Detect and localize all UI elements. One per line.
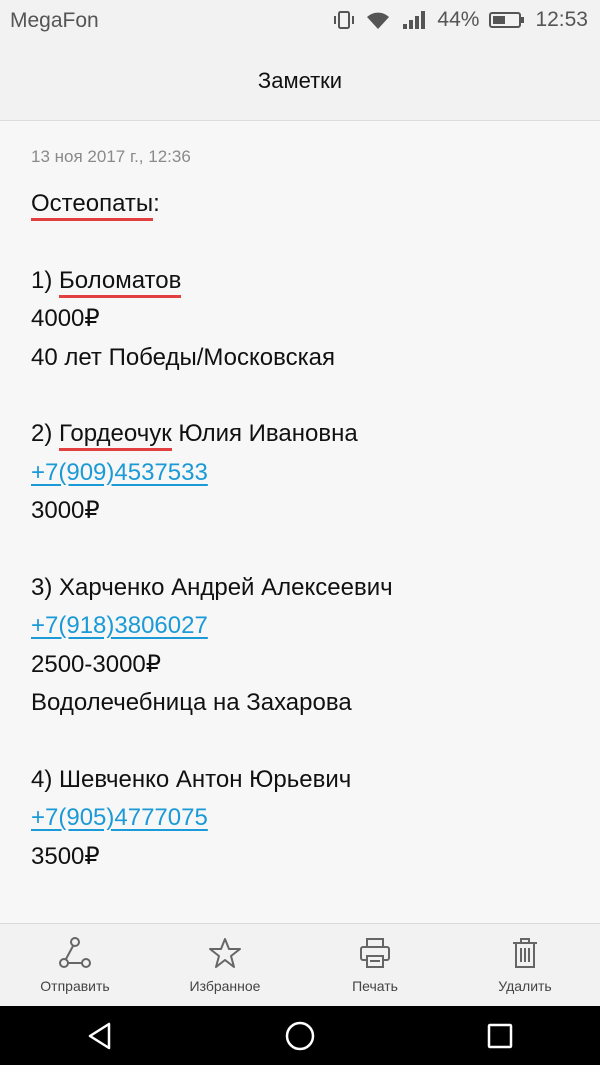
printer-icon — [360, 938, 390, 968]
entry-phone: +7(918)3806027 — [31, 607, 581, 645]
back-button[interactable] — [40, 1006, 160, 1065]
recents-button[interactable] — [440, 1006, 560, 1065]
share-icon — [59, 937, 91, 968]
page-title: Заметки — [257, 68, 343, 93]
status-icons: 44% 12:53 — [333, 8, 588, 32]
home-button[interactable] — [240, 1006, 360, 1065]
delete-button[interactable]: Удалить — [450, 924, 600, 1007]
entry-name: 3) Харченко Андрей Алексеевич — [31, 573, 393, 601]
entry-address: Водолечебница на Захарова — [31, 689, 352, 717]
entry-price: 2500-3000₽ — [31, 650, 162, 678]
clock: 12:53 — [535, 8, 588, 31]
battery-icon — [489, 10, 525, 30]
delete-label: Удалить — [498, 978, 552, 994]
entry-name: 1) Боломатов — [31, 262, 581, 300]
phone-link[interactable]: +7(909)4537533 — [31, 459, 208, 486]
favorite-button[interactable]: Избранное — [150, 924, 300, 1007]
carrier-name: MegaFon — [10, 9, 99, 32]
title-bar: Заметки — [0, 42, 600, 121]
print-label: Печать — [352, 978, 398, 994]
entry-price: 3500₽ — [31, 842, 100, 870]
entry-price: 3000₽ — [31, 497, 100, 525]
vibrate-icon — [333, 9, 355, 31]
entry-phone: +7(905)4777075 — [31, 799, 581, 837]
bottom-toolbar: Отправить Избранное Печать Удалить — [0, 923, 600, 1007]
entry-address: 40 лет Победы/Московская — [31, 343, 335, 371]
status-bar: MegaFon 44% 12:53 — [0, 0, 600, 42]
trash-icon — [513, 938, 537, 968]
home-icon — [285, 1021, 315, 1050]
misspelled-word[interactable]: Боломатов — [59, 266, 182, 298]
print-button[interactable]: Печать — [300, 924, 450, 1007]
note-heading: Остеопаты: — [31, 185, 581, 223]
back-icon — [88, 1022, 111, 1049]
entry-price: 4000₽ — [31, 305, 100, 333]
recents-icon — [487, 1023, 513, 1048]
phone-link[interactable]: +7(905)4777075 — [31, 804, 208, 831]
send-label: Отправить — [40, 978, 110, 994]
entry-phone: +7(909)4537533 — [31, 454, 581, 492]
favorite-label: Избранное — [189, 978, 261, 994]
entry-name: 2) Гордеочук Юлия Ивановна — [31, 415, 581, 453]
star-icon — [209, 938, 241, 968]
wifi-icon — [365, 9, 391, 31]
signal-icon — [401, 9, 427, 31]
battery-percent: 44% — [437, 8, 480, 31]
system-nav-bar — [0, 1006, 600, 1065]
entry-name: 4) Шевченко Антон Юрьевич — [31, 765, 352, 793]
phone-link[interactable]: +7(918)3806027 — [31, 612, 208, 639]
misspelled-word[interactable]: Остеопаты — [31, 190, 154, 221]
send-button[interactable]: Отправить — [0, 924, 150, 1007]
misspelled-word[interactable]: Гордеочук — [59, 420, 172, 452]
note-content[interactable]: 13 ноя 2017 г., 12:36 Остеопаты: 1) Боло… — [0, 121, 600, 923]
note-date: 13 ноя 2017 г., 12:36 — [31, 147, 191, 166]
note-body[interactable]: Остеопаты: 1) Боломатов 4000₽ 40 лет Поб… — [31, 185, 581, 876]
